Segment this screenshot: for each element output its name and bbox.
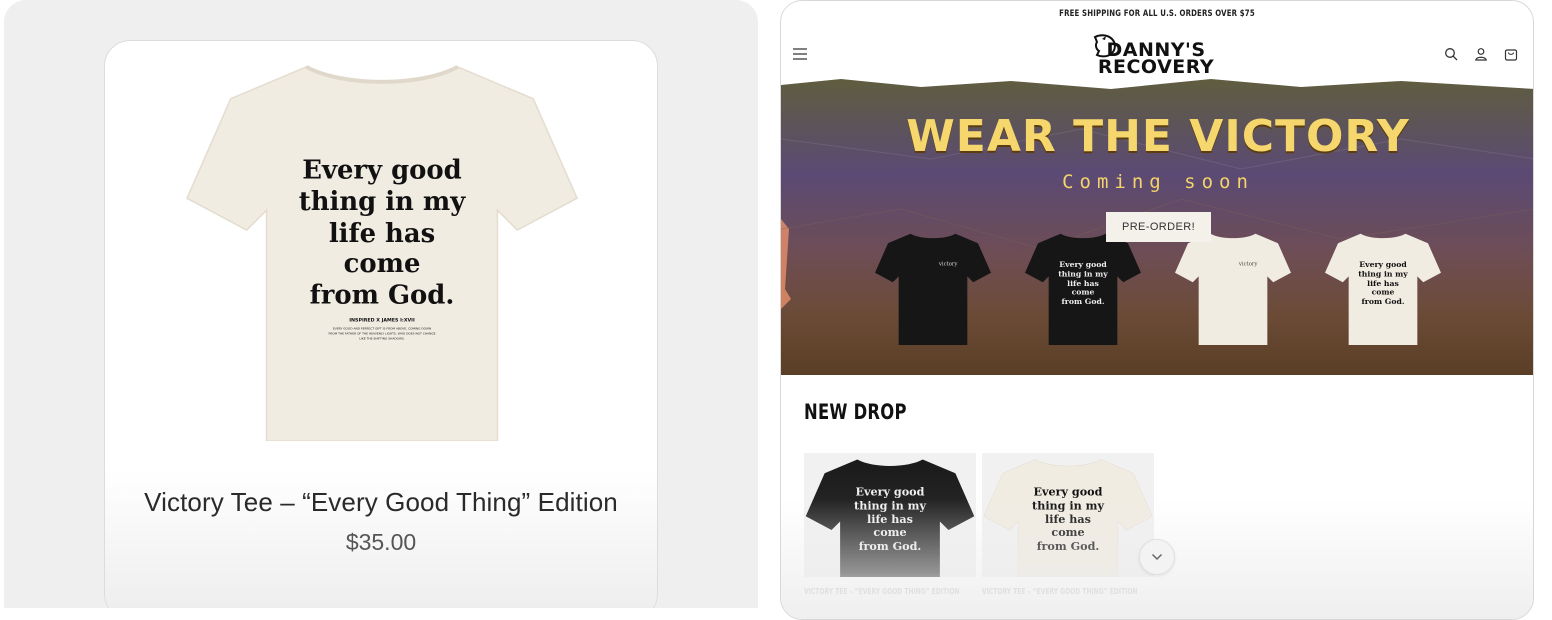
- hero-tee-cream-back: Every good thing in my life has come fro…: [1325, 233, 1441, 345]
- hero-tee-cream-front: victory: [1175, 233, 1291, 345]
- drop-print-line2: thing in my: [854, 499, 926, 512]
- print-verse2: FROM THE FATHER OF THE HEAVENLY LIGHTS, …: [328, 332, 435, 336]
- new-drop-item-label[interactable]: VICTORY TEE – “EVERY GOOD THING” EDITION: [982, 587, 1137, 596]
- hero-tee-front-print: victory: [1238, 262, 1258, 268]
- hero-print-line5: from God.: [1361, 297, 1404, 306]
- product-preview-panel: Every good thing in my life has come fro…: [4, 0, 758, 608]
- hero-print-line2: thing in my: [1058, 269, 1108, 278]
- print-verse1: EVERY GOOD AND PERFECT GIFT IS FROM ABOV…: [333, 327, 431, 331]
- print-line2: thing in my: [299, 187, 466, 217]
- drop-print-line5: from God.: [859, 540, 922, 553]
- product-price: $35.00: [345, 529, 417, 555]
- menu-icon[interactable]: [791, 45, 809, 63]
- hero-print-line5: from God.: [1061, 297, 1104, 306]
- drop-print-line3: life has: [867, 513, 913, 526]
- search-icon[interactable]: [1442, 45, 1460, 63]
- hero-banner[interactable]: WEAR THE VICTORY Coming soon victory Eve…: [781, 79, 1533, 375]
- hero-print-line3: life has: [1067, 279, 1099, 288]
- hero-tee-black-back: Every good thing in my life has come fro…: [1025, 233, 1141, 345]
- drop-print-line3: life has: [1045, 513, 1091, 526]
- drop-print-line5: from God.: [1037, 540, 1100, 553]
- hero-tee-black-front: victory: [875, 233, 991, 345]
- hero-print-line4: come: [1372, 288, 1395, 297]
- hero-print-line1: Every good: [1359, 260, 1407, 269]
- product-title[interactable]: Victory Tee – “Every Good Thing” Edition: [105, 487, 657, 518]
- chevron-down-icon: [1151, 553, 1163, 561]
- print-verse3: LIKE THE SHIFTING SHADOWS.: [359, 337, 405, 341]
- print-line1: Every good: [302, 155, 461, 185]
- new-drop-item-black[interactable]: Every good thing in my life has come fro…: [804, 453, 976, 577]
- print-ref: INSPIRED X JAMES I:XVII: [349, 318, 415, 324]
- announcement-bar: FREE SHIPPING FOR ALL U.S. ORDERS OVER $…: [1059, 9, 1255, 19]
- new-drop-heading: NEW DROP: [804, 400, 907, 424]
- drop-print-line1: Every good: [856, 486, 925, 499]
- hero-tee-front-print: victory: [938, 262, 958, 268]
- new-drop-item-label[interactable]: VICTORY TEE – “EVERY GOOD THING” EDITION: [804, 587, 959, 596]
- print-line3: life has: [329, 219, 435, 249]
- drop-print-line4: come: [873, 526, 906, 539]
- hero-title: WEAR THE VICTORY: [906, 111, 1410, 162]
- product-card[interactable]: Every good thing in my life has come fro…: [104, 40, 658, 608]
- account-icon[interactable]: [1472, 45, 1490, 63]
- drop-print-line4: come: [1051, 526, 1084, 539]
- scroll-down-button[interactable]: [1139, 539, 1175, 575]
- hero-subtitle: Coming soon: [1062, 171, 1254, 193]
- product-image-cream-tee[interactable]: Every good thing in my life has come fro…: [145, 51, 619, 442]
- store-logo[interactable]: DANNY'S RECOVERY: [1086, 33, 1226, 78]
- new-drop-item-cream[interactable]: Every good thing in my life has come fro…: [982, 453, 1154, 577]
- hero-print-line2: thing in my: [1358, 269, 1408, 278]
- logo-line2: RECOVERY: [1097, 56, 1215, 78]
- cart-icon[interactable]: [1502, 45, 1520, 63]
- print-line4: come: [344, 249, 421, 279]
- drop-print-line1: Every good: [1034, 486, 1103, 499]
- storefront-preview: FREE SHIPPING FOR ALL U.S. ORDERS OVER $…: [780, 0, 1534, 620]
- hero-print-line3: life has: [1367, 279, 1399, 288]
- drop-print-line2: thing in my: [1032, 499, 1104, 512]
- preorder-button[interactable]: PRE-ORDER!: [1106, 212, 1211, 242]
- print-line5: from God.: [310, 281, 455, 311]
- hero-print-line1: Every good: [1059, 260, 1107, 269]
- hero-print-line4: come: [1072, 288, 1095, 297]
